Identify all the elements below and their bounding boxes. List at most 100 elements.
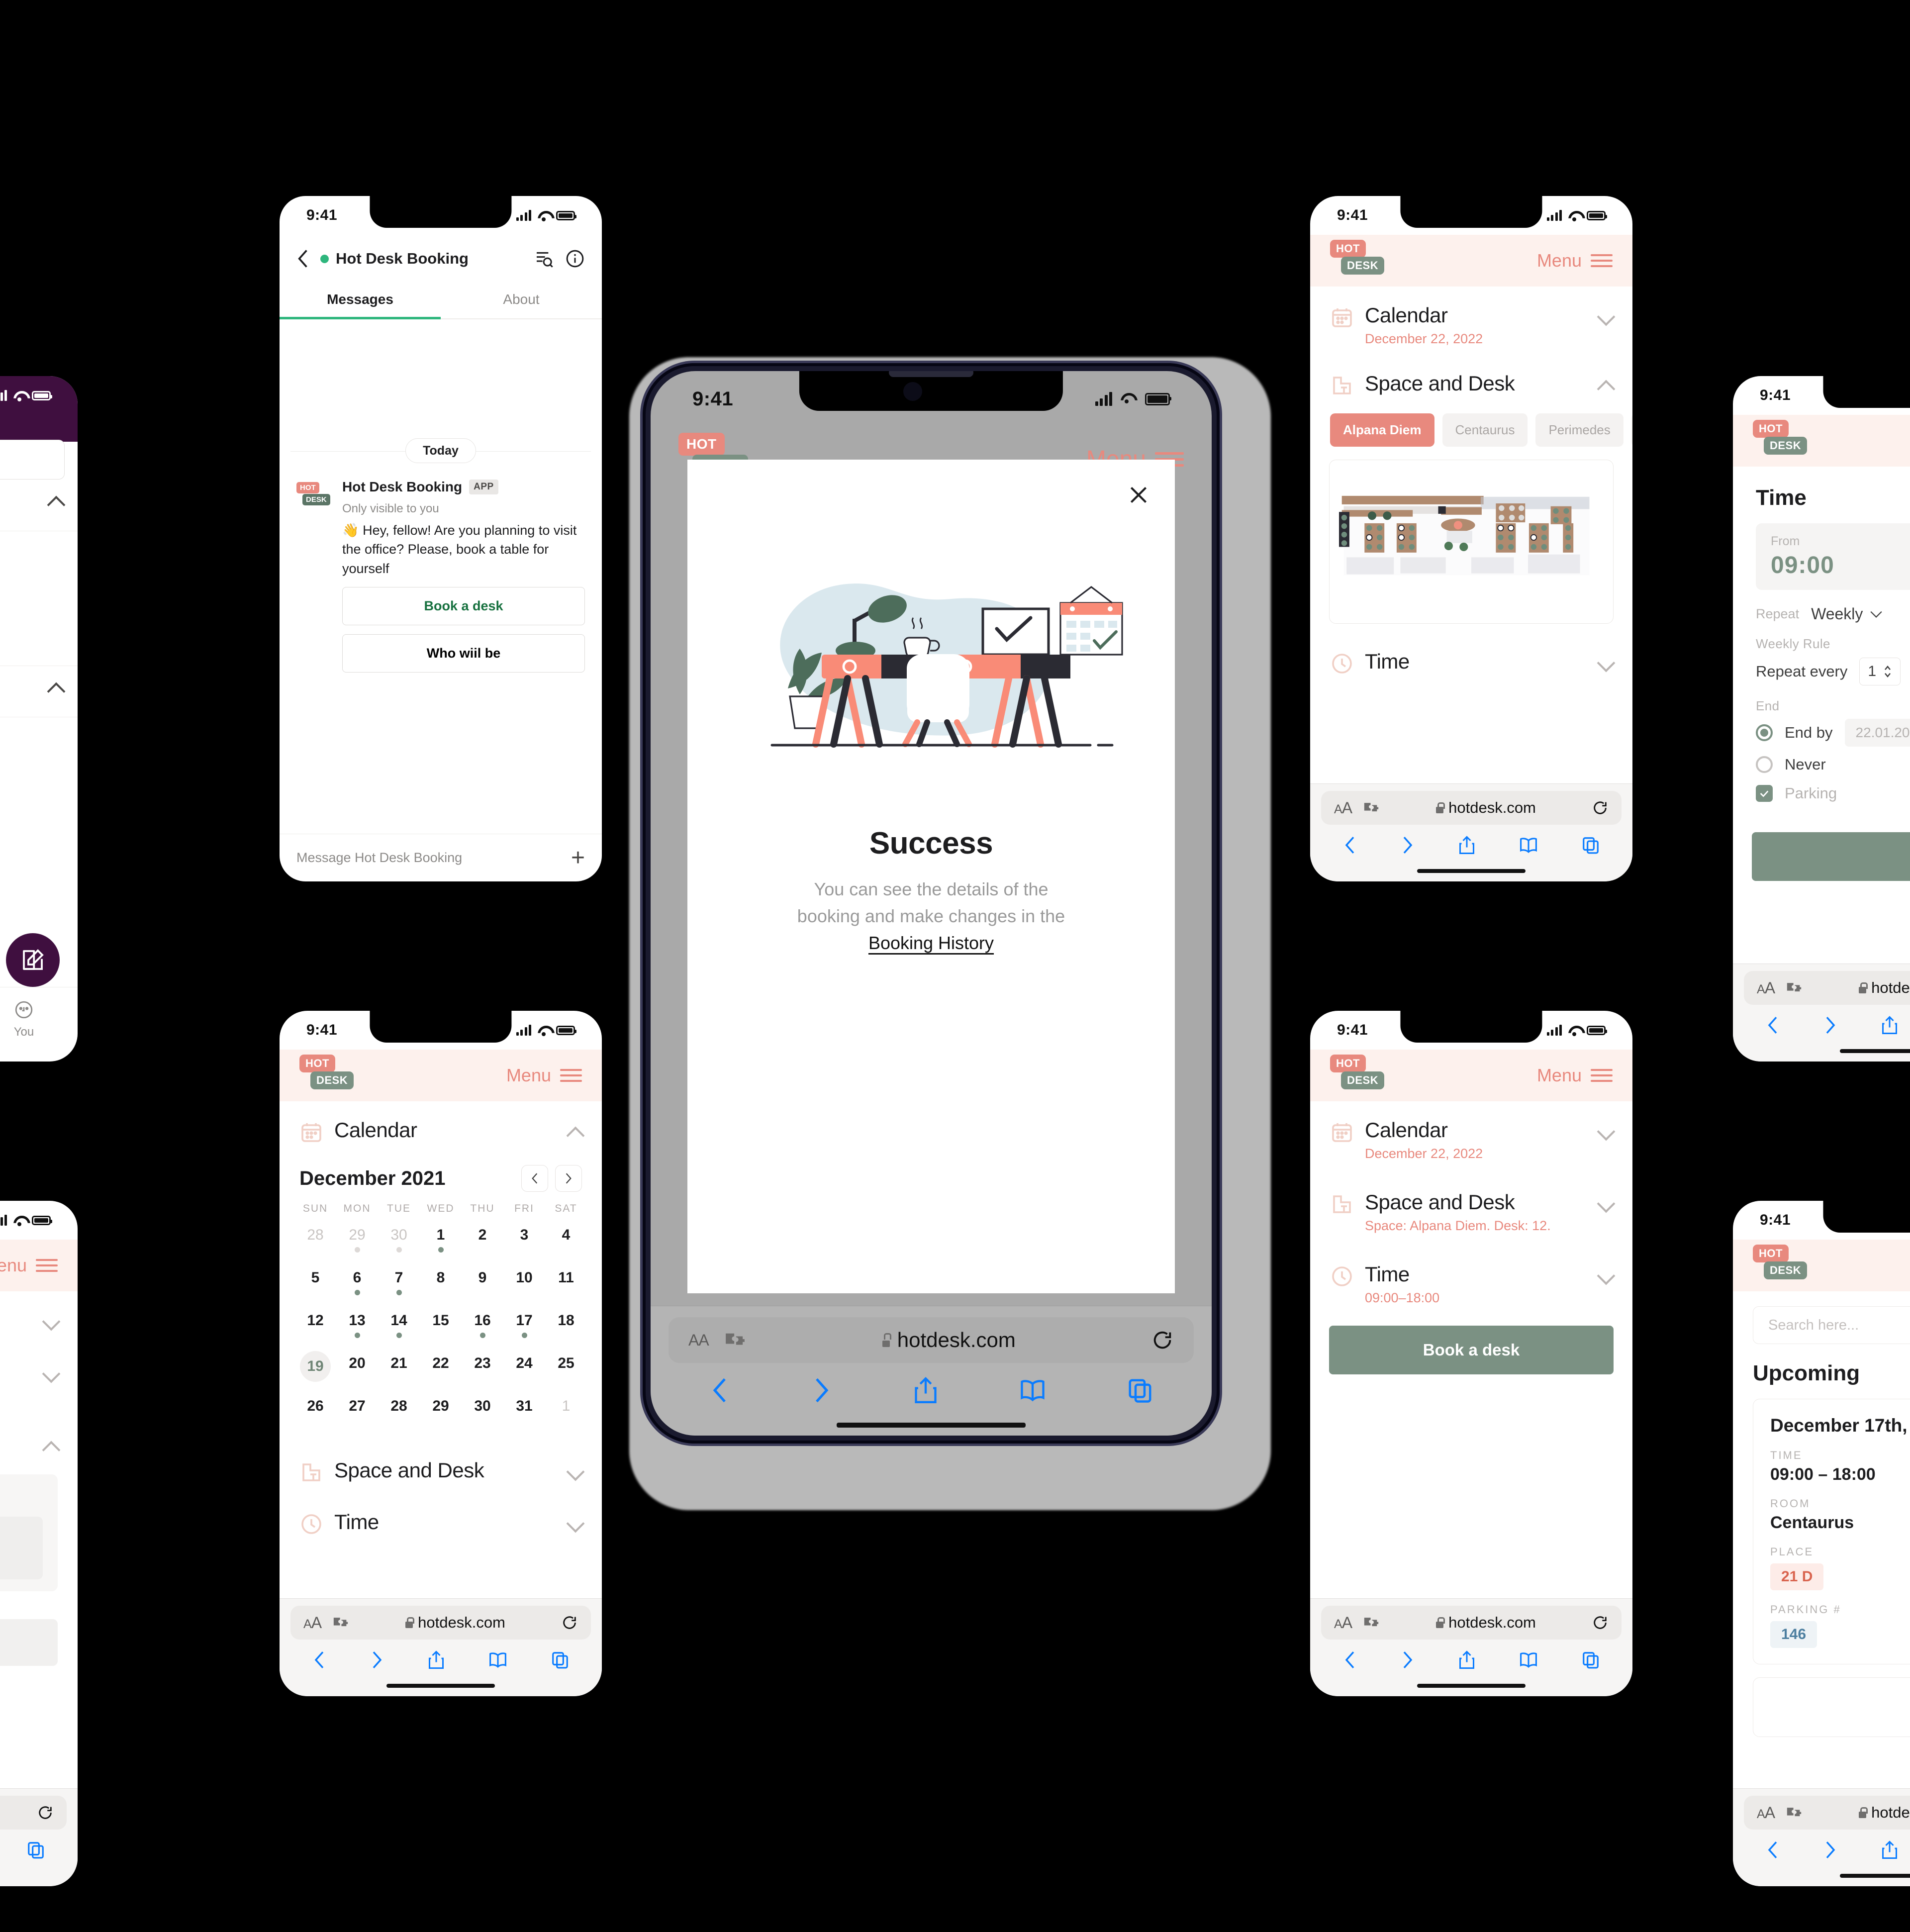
book-a-desk-button[interactable]: k a desk xyxy=(0,1619,58,1666)
tab-about[interactable]: About xyxy=(441,283,602,318)
space-chip-alpana-diem[interactable]: Alpana Diem xyxy=(1330,413,1434,447)
slack-search-input[interactable] xyxy=(0,440,65,480)
tabs-icon[interactable] xyxy=(1127,1377,1153,1404)
menu-button[interactable]: Menu xyxy=(1537,1065,1613,1086)
extensions-icon[interactable] xyxy=(1363,801,1380,814)
repeat-select[interactable]: Weekly xyxy=(1811,605,1883,623)
prev-month-button[interactable] xyxy=(521,1165,548,1192)
book-a-desk-button[interactable]: Book a de xyxy=(1752,832,1910,881)
calendar-day-cell[interactable]: 24 xyxy=(503,1350,545,1393)
time-accordion[interactable] xyxy=(0,1407,78,1459)
message-composer[interactable]: Message Hot Desk Booking + xyxy=(280,834,602,881)
add-attachment-icon[interactable]: + xyxy=(571,846,585,870)
next-month-button[interactable] xyxy=(555,1165,582,1192)
book-a-desk-button[interactable]: Book a desk xyxy=(1329,1326,1614,1374)
search-input[interactable]: Search here... xyxy=(1753,1306,1910,1344)
calendar-day-cell[interactable]: 5 xyxy=(294,1264,336,1307)
url-bar[interactable]: desk.com xyxy=(0,1796,67,1830)
text-size-icon[interactable]: AA xyxy=(688,1331,709,1350)
back-icon[interactable] xyxy=(296,248,309,270)
calendar-day-cell[interactable]: 28 xyxy=(378,1393,420,1436)
calendar-day-cell[interactable]: 26 xyxy=(294,1393,336,1436)
share-icon[interactable] xyxy=(913,1376,939,1405)
space-desk-accordion[interactable]: esk m. Desk: 12. xyxy=(0,1331,78,1407)
space-chip-perimedes[interactable]: Perimedes xyxy=(1535,413,1624,447)
time-accordion[interactable]: Time xyxy=(280,1487,602,1539)
calendar-day-cell[interactable]: 20 xyxy=(336,1350,378,1393)
end-by-row[interactable]: End by 22.01.2022 xyxy=(1733,714,1910,747)
calendar-day-cell[interactable]: 6 xyxy=(336,1264,378,1307)
reload-icon[interactable] xyxy=(1592,1614,1609,1631)
space-chip-pholo[interactable]: Phóló xyxy=(1631,413,1632,447)
back-icon[interactable] xyxy=(1765,1839,1780,1860)
calendar-day-cell[interactable]: 12 xyxy=(294,1307,336,1350)
booking-card-next[interactable] xyxy=(1753,1677,1910,1737)
calendar-day-cell[interactable]: 11 xyxy=(545,1264,587,1307)
calendar-day-cell[interactable]: 21 xyxy=(378,1350,420,1393)
compose-button[interactable] xyxy=(6,933,60,987)
reload-icon[interactable] xyxy=(561,1614,578,1631)
calendar-day-cell[interactable]: 13 xyxy=(336,1307,378,1350)
url-bar[interactable]: AA hotdesk.com xyxy=(290,1606,591,1640)
info-icon[interactable] xyxy=(565,249,585,269)
repeat-panel[interactable]: Doesn’t repeat To 19:00 xyxy=(0,1474,58,1591)
bookmarks-icon[interactable] xyxy=(1519,1650,1538,1669)
never-row[interactable]: Never xyxy=(1733,747,1910,773)
calendar-day-cell[interactable]: 8 xyxy=(420,1264,462,1307)
to-time-field[interactable]: To 19:00 xyxy=(0,1517,43,1579)
text-size-icon[interactable]: AA xyxy=(1334,1614,1352,1632)
parking-checkbox[interactable] xyxy=(1756,785,1773,802)
forward-icon[interactable] xyxy=(370,1649,384,1670)
bookmarks-icon[interactable] xyxy=(1519,836,1538,855)
booking-history-link[interactable]: Booking History xyxy=(868,933,994,953)
back-icon[interactable] xyxy=(1342,1649,1357,1670)
calendar-day-cell[interactable]: 4 xyxy=(545,1222,587,1264)
hotdesk-logo[interactable]: HOT DESK xyxy=(1330,1054,1392,1097)
space-desk-accordion[interactable]: Space and Desk Space: Alpana Diem. Desk:… xyxy=(1310,1164,1632,1237)
share-icon[interactable] xyxy=(1458,1650,1476,1670)
extensions-icon[interactable] xyxy=(1786,1806,1803,1819)
floor-plan-map[interactable] xyxy=(1329,460,1614,624)
calendar-day-cell[interactable]: 18 xyxy=(545,1307,587,1350)
calendar-day-cell[interactable]: 3 xyxy=(503,1222,545,1264)
never-radio[interactable] xyxy=(1756,756,1773,773)
calendar-day-cell[interactable]: 10 xyxy=(503,1264,545,1307)
book-a-desk-button[interactable]: Book a desk xyxy=(342,586,585,625)
hotdesk-logo[interactable]: HOT DESK xyxy=(1753,419,1814,463)
url-bar[interactable]: AA hotdesk.com xyxy=(1321,791,1622,825)
reload-icon[interactable] xyxy=(1592,799,1609,816)
forward-icon[interactable] xyxy=(811,1375,833,1405)
space-desk-accordion[interactable]: Space and Desk xyxy=(1310,350,1632,400)
share-icon[interactable] xyxy=(427,1650,445,1670)
end-by-radio[interactable] xyxy=(1756,724,1773,741)
calendar-accordion[interactable]: Calendar December 22, 2022 xyxy=(1310,1101,1632,1164)
calendar-accordion[interactable] xyxy=(0,1291,78,1331)
reload-icon[interactable] xyxy=(1151,1329,1174,1352)
calendar-day-cell[interactable]: 15 xyxy=(420,1307,462,1350)
repeat-row[interactable]: Repeat Weekly xyxy=(1733,590,1910,623)
calendar-day-cell[interactable]: 1 xyxy=(545,1393,587,1436)
url-bar[interactable]: AA hotdesk.com xyxy=(1321,1606,1622,1640)
time-accordion[interactable]: Time 09:00–18:00 xyxy=(1310,1237,1632,1309)
calendar-day-cell[interactable]: 29 xyxy=(420,1393,462,1436)
calendar-day-cell[interactable]: 27 xyxy=(336,1393,378,1436)
calendar-accordion[interactable]: Calendar December 22, 2022 xyxy=(1310,287,1632,350)
slack-channel-row[interactable] xyxy=(0,717,78,769)
hotdesk-logo[interactable]: HOT DESK xyxy=(1330,239,1392,283)
calendar-day-cell[interactable]: 2 xyxy=(462,1222,503,1264)
bookmarks-icon[interactable] xyxy=(488,1650,508,1669)
back-icon[interactable] xyxy=(1765,1015,1780,1036)
back-icon[interactable] xyxy=(709,1375,731,1405)
calendar-day-cell[interactable]: 1 xyxy=(420,1222,462,1264)
calendar-day-cell[interactable]: 9 xyxy=(462,1264,503,1307)
calendar-day-cell[interactable]: 29 xyxy=(336,1222,378,1264)
calendar-day-cell[interactable]: 25 xyxy=(545,1350,587,1393)
menu-button[interactable]: Menu xyxy=(1537,250,1613,271)
parking-row[interactable]: Parking xyxy=(1733,773,1910,802)
search-messages-icon[interactable] xyxy=(534,249,554,269)
extensions-icon[interactable] xyxy=(1786,981,1803,994)
calendar-day-cell[interactable]: 28 xyxy=(294,1222,336,1264)
calendar-day-cell[interactable]: 17 xyxy=(503,1307,545,1350)
tabs-icon[interactable] xyxy=(26,1840,45,1859)
who-will-be-button[interactable]: Who wiil be xyxy=(342,634,585,673)
